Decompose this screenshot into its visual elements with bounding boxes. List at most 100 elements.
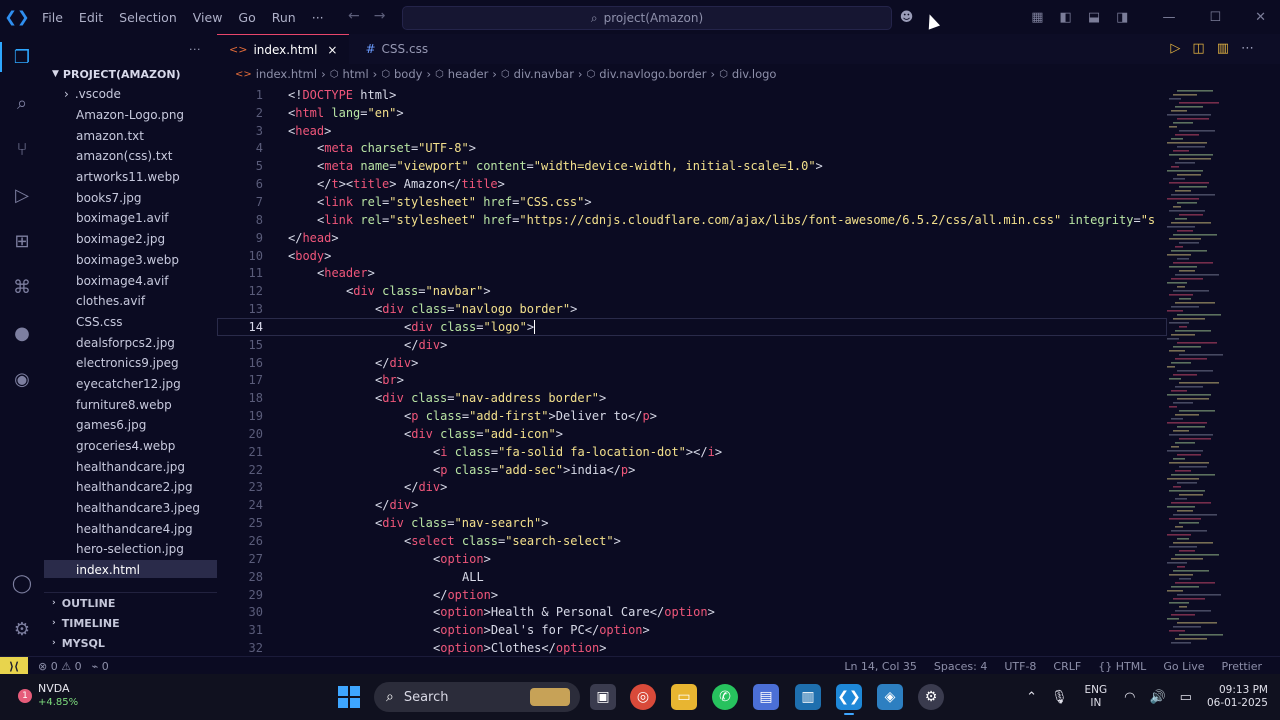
toggle-sidebar-icon[interactable]: ◧ [1060,10,1072,25]
section-outline[interactable]: › OUTLINE [44,593,217,613]
run-debug-icon[interactable]: ▷ [0,172,44,218]
code-line[interactable]: 1 <!DOCTYPE html> [217,86,1167,104]
explorer-icon[interactable]: ❐ [0,34,44,80]
run-icon[interactable]: ▷ [1170,41,1192,56]
minimap[interactable] [1163,86,1225,656]
stock-widget[interactable]: 1 NVDA +4.85% [18,682,78,710]
python-icon[interactable]: ⌘ [0,264,44,310]
whatsapp-icon[interactable]: ✆ [712,684,738,710]
file-item[interactable]: healthandcare3.jpeg [44,498,217,519]
menu-item-run[interactable]: Run [264,10,304,25]
file-item[interactable]: artworks11.webp [44,167,217,188]
code-line[interactable]: 6 </t><title> Amazon</title> [217,175,1167,193]
breadcrumb-item[interactable]: div.logo [732,67,777,81]
menu-item-selection[interactable]: Selection [111,10,185,25]
file-item[interactable]: games6.jpg [44,415,217,436]
command-center[interactable]: ⌕ project(Amazon) [402,6,892,30]
file-item[interactable]: eyecatcher12.jpg [44,374,217,395]
battery-icon[interactable]: ▭ [1180,690,1192,705]
code-line[interactable]: 21 <i class="fa-solid fa-location-dot"></… [217,443,1167,461]
code-line[interactable]: 8 <link rel="stylesheet" href="https://cd… [217,211,1167,229]
file-item[interactable]: boximage4.avif [44,270,217,291]
file-item[interactable]: index.html [44,559,217,578]
status-item[interactable]: UTF-8 [1004,660,1036,673]
breadcrumb-item[interactable]: index.html [256,67,317,81]
menu-item-go[interactable]: Go [230,10,263,25]
code-line[interactable]: 26 <select class="search-select"> [217,532,1167,550]
file-item[interactable]: healthandcare4.jpg [44,518,217,539]
code-line[interactable]: 17 <br> [217,372,1167,390]
chevron-up-icon[interactable]: ⌃ [1026,690,1037,705]
forward-arrow-icon[interactable]: → [374,8,400,24]
code-line[interactable]: 4 <meta charset="UTF-8"> [217,140,1167,158]
code-line[interactable]: 15 </div> [217,336,1167,354]
close-window-icon[interactable]: ✕ [1255,10,1266,25]
code-line[interactable]: 5 <meta name="viewport" content="width=de… [217,157,1167,175]
code-line[interactable]: 11 <header> [217,264,1167,282]
more-actions-icon[interactable]: ··· [189,43,201,56]
code-line[interactable]: 14 <div class="logo"> [217,317,1167,336]
task-view-icon[interactable]: ▣ [590,684,616,710]
split-editor-icon[interactable]: ▥ [1217,41,1241,56]
status-item[interactable]: Prettier [1222,660,1262,673]
file-item[interactable]: boximage1.avif [44,208,217,229]
file-item[interactable]: hero-selection.jpg [44,539,217,560]
sublime-icon[interactable]: ▥ [795,684,821,710]
code-line[interactable]: 13 <div class="navlogo border"> [217,300,1167,318]
taskbar-search[interactable]: ⌕ Search [374,682,580,712]
windows-start-icon[interactable] [338,686,360,708]
account-icon[interactable]: ◯ [0,560,44,606]
code-line[interactable]: 24 </div> [217,496,1167,514]
status-item[interactable]: Spaces: 4 [934,660,987,673]
file-item[interactable]: amazon(css).txt [44,146,217,167]
code-line[interactable]: 29 </option> [217,586,1167,604]
file-item[interactable]: furniture8.webp [44,394,217,415]
database-icon[interactable]: ● [0,310,44,356]
code-line[interactable]: 20 <div class="add-icon"> [217,425,1167,443]
project-folder[interactable]: ▼ PROJECT(AMAZON) [44,64,217,84]
breadcrumb-item[interactable]: div.navlogo.border [599,67,706,81]
code-editor[interactable]: 1 <!DOCTYPE html> 2 <html lang="en"> 3 <head>… [217,86,1167,656]
status-item[interactable]: CRLF [1053,660,1081,673]
code-line[interactable]: 12 <div class="navbar"> [217,282,1167,300]
status-item[interactable]: {} HTML [1098,660,1146,673]
microphone-icon[interactable]: 🎙 [1051,690,1068,705]
extensions-icon[interactable]: ⊞ [0,218,44,264]
breadcrumb-item[interactable]: div.navbar [514,67,574,81]
remote-indicator-icon[interactable]: ⟩⟨ [0,657,28,675]
file-item[interactable]: dealsforpcs2.jpg [44,332,217,353]
file-item[interactable]: healthandcare2.jpg [44,477,217,498]
toggle-secondary-sidebar-icon[interactable]: ◨ [1116,10,1128,25]
virtualbox-icon[interactable]: ◈ [877,684,903,710]
code-line[interactable]: 18 <div class="nav-address border"> [217,389,1167,407]
code-line[interactable]: 3 <head> [217,122,1167,140]
vscode-taskbar-icon[interactable]: ❮❯ [836,684,862,715]
code-line[interactable]: 31 <option>Deal's for PC</option> [217,621,1167,639]
source-control-icon[interactable]: ⑂ [0,126,44,172]
breadcrumb-item[interactable]: body [394,67,422,81]
file-item[interactable]: boximage2.jpg [44,229,217,250]
file-item[interactable]: CSS.css [44,312,217,333]
chrome-icon[interactable]: ◎ [630,684,656,710]
tab-index-html[interactable]: <> index.html × [217,34,350,64]
file-item[interactable]: groceries4.webp [44,436,217,457]
file-item[interactable]: healthandcare.jpg [44,456,217,477]
code-line[interactable]: 25 <div class="nav-search"> [217,514,1167,532]
more-actions-icon[interactable]: ⋯ [1241,41,1266,56]
code-line[interactable]: 16 </div> [217,354,1167,372]
volume-icon[interactable]: 🔊 [1149,690,1165,705]
file-item[interactable]: electronics9.jpeg [44,353,217,374]
file-explorer-icon[interactable]: ▭ [671,684,697,710]
language-indicator[interactable]: ENG IN [1085,684,1108,710]
code-line[interactable]: 30 <option>Health & Personal Care</option… [217,603,1167,621]
clock[interactable]: 09:13 PM 06-01-2025 [1207,684,1268,710]
code-line[interactable]: 2 <html lang="en"> [217,104,1167,122]
code-line[interactable]: 32 <option>Clothes</option> [217,639,1167,656]
minimize-icon[interactable]: — [1162,10,1175,25]
code-line[interactable]: 9 </head> [217,229,1167,247]
file-item[interactable]: boximage3.webp [44,250,217,271]
tab-css[interactable]: # CSS.css [349,34,468,64]
vertical-scrollbar[interactable] [1266,86,1280,656]
store-icon[interactable]: ▤ [753,684,779,710]
status-item[interactable]: Ln 14, Col 35 [844,660,917,673]
